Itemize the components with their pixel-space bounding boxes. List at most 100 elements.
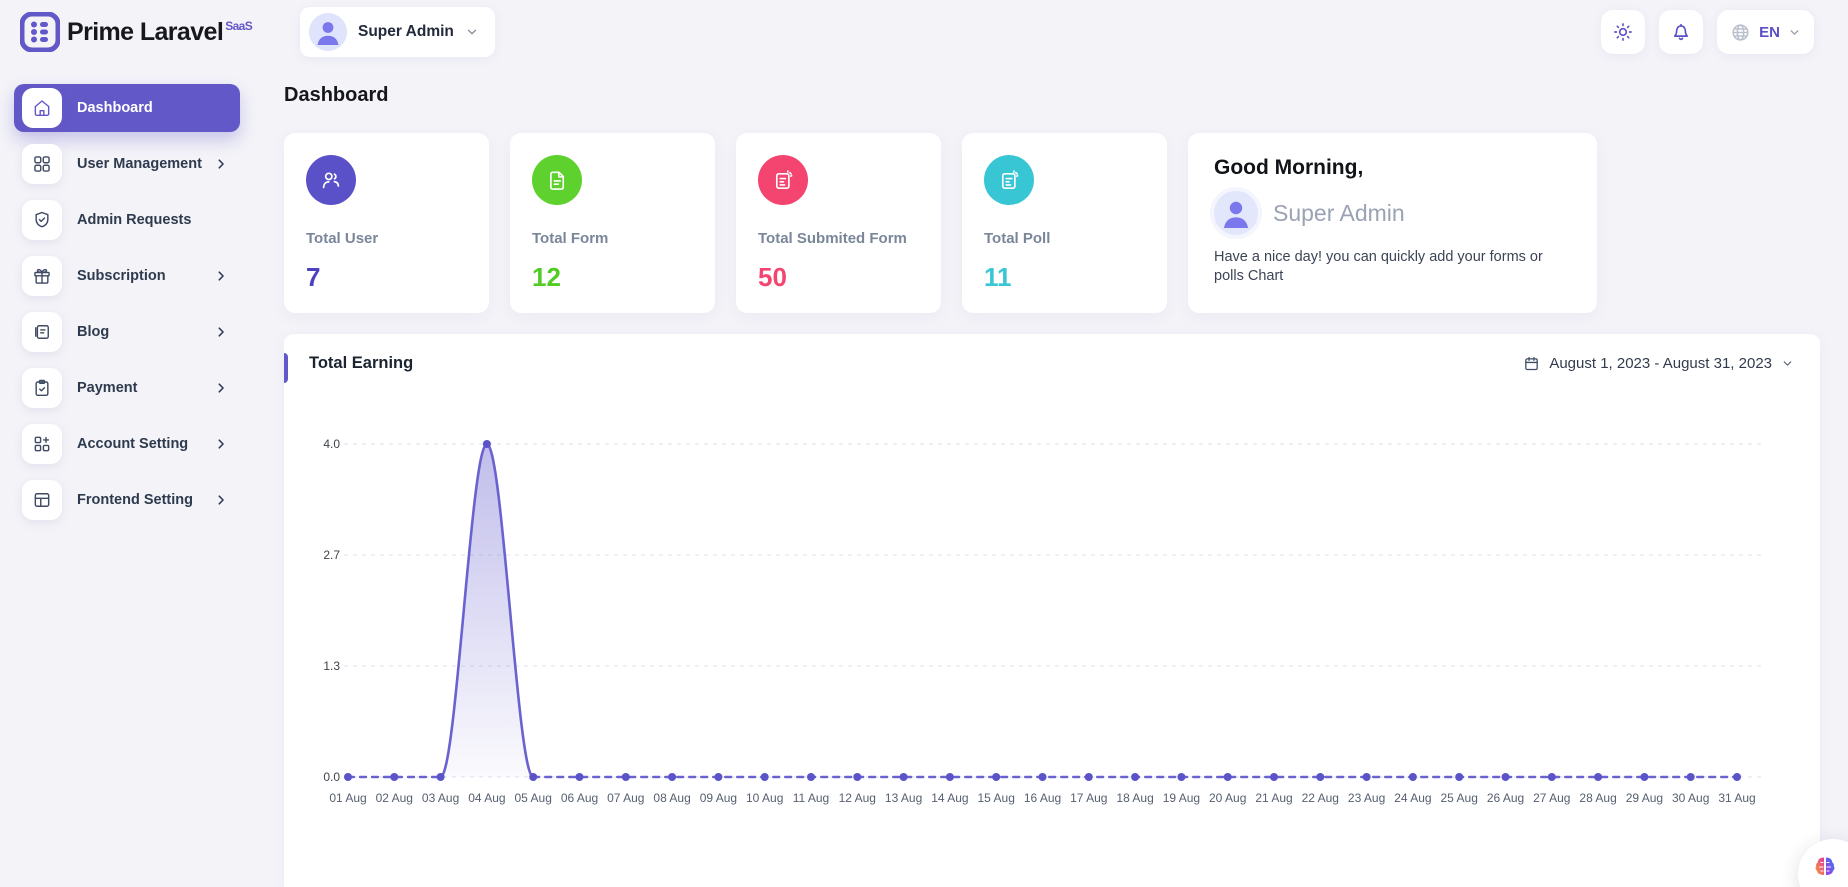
earning-card: Total Earning August 1, 2023 - August 31… [284,334,1820,887]
svg-text:26 Aug: 26 Aug [1487,791,1524,805]
sidebar-item-admin-requests[interactable]: Admin Requests [14,196,240,244]
svg-text:09 Aug: 09 Aug [700,791,737,805]
bell-icon [1670,21,1692,43]
svg-text:31 Aug: 31 Aug [1718,791,1755,805]
earning-chart: 4.02.71.30.001 Aug02 Aug03 Aug04 Aug05 A… [284,399,1820,818]
greeting-user-name: Super Admin [1273,200,1405,227]
svg-text:18 Aug: 18 Aug [1116,791,1153,805]
brand-name: Prime LaravelSaaS [67,18,252,47]
svg-text:12 Aug: 12 Aug [839,791,876,805]
stat-card-total-user: Total User 7 [284,133,489,313]
calendar-icon [1523,355,1540,372]
layout-icon [22,480,62,520]
svg-text:04 Aug: 04 Aug [468,791,505,805]
language-label: EN [1759,24,1780,41]
svg-text:05 Aug: 05 Aug [515,791,552,805]
svg-text:4.0: 4.0 [323,437,340,451]
language-selector[interactable]: EN [1717,10,1814,54]
svg-text:28 Aug: 28 Aug [1579,791,1616,805]
svg-text:08 Aug: 08 Aug [653,791,690,805]
earning-chart-svg: 4.02.71.30.001 Aug02 Aug03 Aug04 Aug05 A… [284,399,1820,813]
svg-text:19 Aug: 19 Aug [1163,791,1200,805]
svg-text:23 Aug: 23 Aug [1348,791,1385,805]
svg-text:11 Aug: 11 Aug [793,791,829,805]
saas-badge: SaaS [225,19,252,33]
svg-text:10 Aug: 10 Aug [746,791,783,805]
sidebar-item-label: Account Setting [77,436,188,452]
chevron-right-icon [214,381,228,395]
brand[interactable]: Prime LaravelSaaS [20,12,282,52]
document-icon [532,155,582,205]
chevron-right-icon [214,493,228,507]
svg-text:29 Aug: 29 Aug [1626,791,1663,805]
stat-label: Total Submited Form [758,230,919,247]
sidebar-item-account-setting[interactable]: Account Setting [14,420,240,468]
svg-text:25 Aug: 25 Aug [1441,791,1478,805]
svg-text:01 Aug: 01 Aug [329,791,366,805]
sidebar-item-frontend-setting[interactable]: Frontend Setting [14,476,240,524]
greeting-card: Good Morning, Super Admin Have a nice da… [1188,133,1597,313]
sidebar-item-blog[interactable]: Blog [14,308,240,356]
blog-icon [22,312,62,352]
svg-text:16 Aug: 16 Aug [1024,791,1061,805]
svg-text:06 Aug: 06 Aug [561,791,598,805]
stat-label: Total User [306,230,467,247]
earning-card-header: Total Earning August 1, 2023 - August 31… [284,334,1820,373]
stat-value: 50 [758,262,919,293]
chevron-down-icon [465,25,479,39]
user-menu-label: Super Admin [358,23,454,41]
svg-text:24 Aug: 24 Aug [1394,791,1431,805]
sidebar-item-label: Blog [77,324,109,340]
sidebar-item-user-management[interactable]: User Management [14,140,240,188]
page-title: Dashboard [284,84,1820,107]
avatar [1214,191,1258,235]
sidebar-item-label: Payment [77,380,137,396]
date-range-picker[interactable]: August 1, 2023 - August 31, 2023 [1523,355,1794,372]
sidebar-item-label: Frontend Setting [77,492,193,508]
brand-logo-icon [20,12,60,52]
poll-icon [984,155,1034,205]
stats-row: Total User 7 Total Form 12 Total Submited Fo… [284,133,1820,313]
greeting-user-row: Super Admin [1214,191,1571,235]
svg-text:15 Aug: 15 Aug [978,791,1015,805]
app-header: Prime LaravelSaaS Super Admin [0,0,1848,64]
stat-value: 7 [306,262,467,293]
chevron-right-icon [214,269,228,283]
sun-icon [1612,21,1634,43]
chevron-right-icon [214,325,228,339]
gift-icon [22,256,62,296]
sidebar-item-payment[interactable]: Payment [14,364,240,412]
sidebar-item-label: Admin Requests [77,212,191,228]
stat-card-total-poll: Total Poll11 [962,133,1167,313]
svg-text:20 Aug: 20 Aug [1209,791,1246,805]
theme-toggle-button[interactable] [1601,10,1645,54]
greeting-title: Good Morning, [1214,156,1571,180]
date-range-label: August 1, 2023 - August 31, 2023 [1549,355,1772,372]
sidebar-item-subscription[interactable]: Subscription [14,252,240,300]
svg-text:14 Aug: 14 Aug [931,791,968,805]
main-content: Dashboard Total User 7 Total Form 12 Total S… [284,84,1820,887]
stat-label: Total Form [532,230,693,247]
svg-text:0.0: 0.0 [323,770,340,784]
stat-card-total-form: Total Form 12 [510,133,715,313]
svg-text:21 Aug: 21 Aug [1255,791,1292,805]
notifications-button[interactable] [1659,10,1703,54]
stat-value: 12 [532,262,693,293]
svg-text:02 Aug: 02 Aug [376,791,413,805]
svg-text:27 Aug: 27 Aug [1533,791,1570,805]
sidebar-item-label: User Management [77,156,202,172]
greeting-message: Have a nice day! you can quickly add you… [1214,248,1559,285]
sidebar: Dashboard User Management Admin Requests Su… [14,84,240,524]
avatar [309,13,347,51]
form-icon [758,155,808,205]
sidebar-item-label: Dashboard [77,100,153,116]
user-menu[interactable]: Super Admin [300,7,495,57]
svg-text:2.7: 2.7 [323,548,340,562]
users-icon [306,155,356,205]
svg-text:07 Aug: 07 Aug [607,791,644,805]
svg-text:22 Aug: 22 Aug [1302,791,1339,805]
svg-text:17 Aug: 17 Aug [1070,791,1107,805]
sidebar-item-label: Subscription [77,268,166,284]
sidebar-item-dashboard[interactable]: Dashboard [14,84,240,132]
accent-bar [284,353,288,383]
